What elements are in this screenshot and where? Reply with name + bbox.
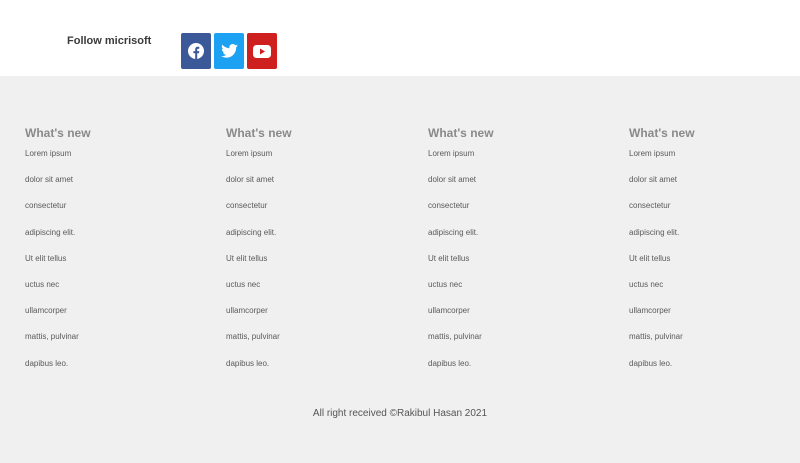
footer-column: What's new Lorem ipsum dolor sit amet co… xyxy=(25,126,205,385)
footer-link[interactable]: mattis, pulvinar xyxy=(428,332,608,358)
footer-link[interactable]: Lorem ipsum xyxy=(25,149,205,175)
column-title: What's new xyxy=(629,126,695,140)
column-title: What's new xyxy=(25,126,91,140)
footer-link[interactable]: consectetur xyxy=(428,201,608,227)
footer-link[interactable]: mattis, pulvinar xyxy=(25,332,205,358)
youtube-icon xyxy=(253,44,271,58)
footer-link[interactable]: adipiscing elit. xyxy=(428,228,608,254)
youtube-button[interactable] xyxy=(247,33,277,69)
link-list: Lorem ipsum dolor sit amet consectetur a… xyxy=(428,149,608,385)
twitter-button[interactable] xyxy=(214,33,244,69)
footer-link[interactable]: ullamcorper xyxy=(629,306,800,332)
twitter-icon xyxy=(220,44,238,58)
footer-link[interactable]: adipiscing elit. xyxy=(629,228,800,254)
footer-link[interactable]: consectetur xyxy=(226,201,406,227)
footer-link[interactable]: mattis, pulvinar xyxy=(629,332,800,358)
footer-link[interactable]: Ut elit tellus xyxy=(25,254,205,280)
copyright-text: All right received ©Rakibul Hasan 2021 xyxy=(312,408,488,419)
footer-link[interactable]: dolor sit amet xyxy=(629,175,800,201)
footer-link[interactable]: uctus nec xyxy=(428,280,608,306)
follow-bar: Follow micrisoft xyxy=(0,0,800,76)
facebook-button[interactable] xyxy=(181,33,211,69)
footer-link[interactable]: dapibus leo. xyxy=(629,359,800,385)
footer-link[interactable]: dapibus leo. xyxy=(25,359,205,385)
footer-link[interactable]: Lorem ipsum xyxy=(226,149,406,175)
footer-link[interactable]: ullamcorper xyxy=(428,306,608,332)
column-title: What's new xyxy=(226,126,292,140)
footer-link[interactable]: dolor sit amet xyxy=(25,175,205,201)
footer-link[interactable]: dapibus leo. xyxy=(226,359,406,385)
footer-column: What's new Lorem ipsum dolor sit amet co… xyxy=(226,126,406,385)
facebook-icon xyxy=(188,43,204,59)
footer-link[interactable]: Lorem ipsum xyxy=(629,149,800,175)
footer-link[interactable]: mattis, pulvinar xyxy=(226,332,406,358)
footer-link[interactable]: consectetur xyxy=(25,201,205,227)
link-list: Lorem ipsum dolor sit amet consectetur a… xyxy=(226,149,406,385)
footer-link[interactable]: dolor sit amet xyxy=(428,175,608,201)
footer-link[interactable]: uctus nec xyxy=(25,280,205,306)
footer-link[interactable]: uctus nec xyxy=(629,280,800,306)
footer: What's new Lorem ipsum dolor sit amet co… xyxy=(0,76,800,463)
link-list: Lorem ipsum dolor sit amet consectetur a… xyxy=(25,149,205,385)
footer-link[interactable]: Ut elit tellus xyxy=(428,254,608,280)
footer-link[interactable]: Ut elit tellus xyxy=(629,254,800,280)
footer-link[interactable]: uctus nec xyxy=(226,280,406,306)
footer-link[interactable]: adipiscing elit. xyxy=(25,228,205,254)
footer-link[interactable]: ullamcorper xyxy=(226,306,406,332)
column-title: What's new xyxy=(428,126,494,140)
footer-column: What's new Lorem ipsum dolor sit amet co… xyxy=(428,126,608,385)
footer-link[interactable]: consectetur xyxy=(629,201,800,227)
follow-label: Follow micrisoft xyxy=(67,35,152,47)
footer-link[interactable]: dapibus leo. xyxy=(428,359,608,385)
social-links xyxy=(181,33,277,69)
footer-link[interactable]: adipiscing elit. xyxy=(226,228,406,254)
footer-link[interactable]: Ut elit tellus xyxy=(226,254,406,280)
link-list: Lorem ipsum dolor sit amet consectetur a… xyxy=(629,149,800,385)
footer-link[interactable]: ullamcorper xyxy=(25,306,205,332)
footer-column: What's new Lorem ipsum dolor sit amet co… xyxy=(629,126,800,385)
footer-link[interactable]: Lorem ipsum xyxy=(428,149,608,175)
footer-link[interactable]: dolor sit amet xyxy=(226,175,406,201)
